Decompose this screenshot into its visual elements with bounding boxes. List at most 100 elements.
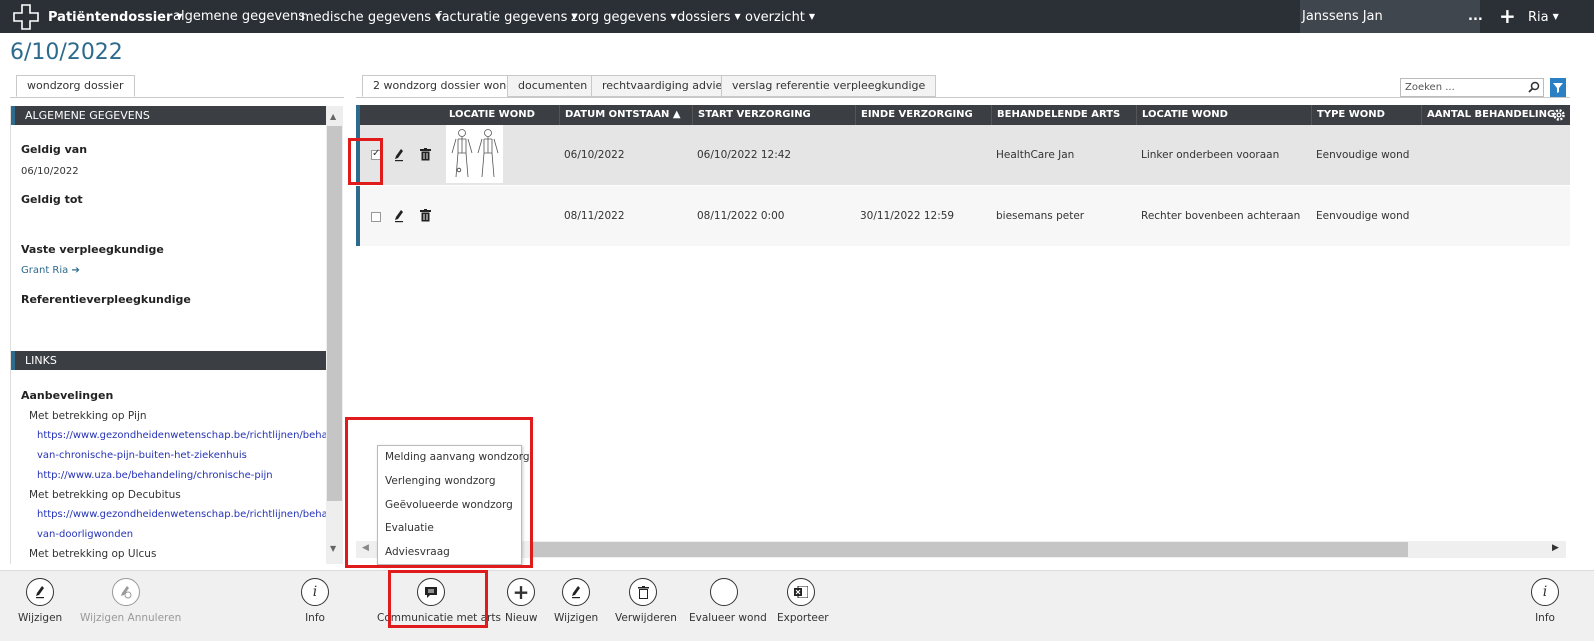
referentie-label: Referentieverpleegkundige <box>21 293 191 306</box>
app-title-menu[interactable]: Patiëntendossier ▼ <box>48 0 183 33</box>
aanbevelingen-label: Aanbevelingen <box>21 389 114 402</box>
menu-facturatie-gegevens[interactable]: facturatie gegevens ▼ <box>437 0 578 33</box>
gear-icon[interactable] <box>1552 108 1566 122</box>
evalueer-wond-button[interactable]: Evalueer wond <box>689 578 767 624</box>
menu-zorg-gegevens[interactable]: zorg gegevens ▼ <box>571 0 677 33</box>
datum-ontstaan-cell: 08/11/2022 <box>564 210 625 222</box>
delete-icon[interactable] <box>420 209 431 222</box>
edit-icon <box>562 578 590 606</box>
trash-icon <box>629 578 657 606</box>
tab-rechtvaardiging-advies[interactable]: rechtvaardiging advies <box>591 75 740 97</box>
wijzigen-wond-button[interactable]: Wijzigen <box>554 578 598 624</box>
verwijderen-button[interactable]: Verwijderen <box>615 578 677 624</box>
patient-name[interactable]: Janssens Jan <box>1300 0 1480 33</box>
tab-wondzorg-dossier-wond[interactable]: 2 wondzorg dossier wond <box>362 75 525 97</box>
url-link[interactable]: http://www.uza.be/behandeling/chronische… <box>37 470 273 481</box>
einde-verzorging-cell: 30/11/2022 12:59 <box>860 210 955 222</box>
app-logo-icon[interactable] <box>12 3 40 31</box>
tab-wondzorg-dossier[interactable]: wondzorg dossier <box>16 75 135 97</box>
column-header[interactable]: LOCATIE WOND <box>1136 105 1311 125</box>
arts-cell: biesemans peter <box>996 210 1085 222</box>
column-header[interactable]: TYPE WOND <box>1311 105 1421 125</box>
type-wond-cell: Eenvoudige wond <box>1316 149 1410 161</box>
list-item: Met betrekking op Pijn <box>29 410 147 422</box>
menu-medische-gegevens[interactable]: medische gegevens ▼ <box>301 0 441 33</box>
column-header[interactable]: LOCATIE WOND <box>444 105 559 125</box>
highlight-communicatie <box>388 570 488 628</box>
info-icon: i <box>1531 578 1559 606</box>
arrow-right-icon: ➔ <box>71 265 80 276</box>
plus-icon: + <box>507 578 535 606</box>
page-title: 6/10/2022 <box>10 40 123 65</box>
row-checkbox[interactable] <box>371 212 381 222</box>
edit-icon <box>26 578 54 606</box>
delete-icon[interactable] <box>420 148 431 161</box>
geldig-van-label: Geldig van <box>21 143 88 156</box>
body-diagram-thumbnail[interactable] <box>446 125 503 183</box>
scroll-right-icon[interactable]: ▶ <box>1552 543 1559 553</box>
info-button-right[interactable]: i Info <box>1530 578 1560 624</box>
info-button[interactable]: i Info <box>300 578 330 624</box>
section-header-algemene: ALGEMENE GEGEVENS <box>11 106 327 125</box>
filter-button[interactable] <box>1550 78 1566 97</box>
locatie-cell: Linker onderbeen vooraan <box>1141 149 1280 161</box>
highlight-checkbox <box>348 138 383 185</box>
arts-cell: HealthCare Jan <box>996 149 1075 161</box>
scrollbar-thumb[interactable] <box>531 542 1408 557</box>
section-header-links: LINKS <box>11 351 327 370</box>
grid-header: LOCATIE WOND DATUM ONTSTAAN ▲ START VERZ… <box>356 105 1570 125</box>
menu-algemene-gegevens[interactable]: algemene gegevens <box>173 0 305 33</box>
chevron-down-icon: ▼ <box>670 12 677 21</box>
scroll-down-icon[interactable]: ▼ <box>330 544 336 553</box>
wijzigen-annuleren-button[interactable]: Wijzigen Annuleren <box>80 578 181 624</box>
url-link[interactable]: van-chronische-pijn-buiten-het-ziekenhui… <box>37 450 247 461</box>
scroll-up-icon[interactable]: ▲ <box>330 112 336 121</box>
column-header[interactable]: AANTAL BEHANDELING P <box>1421 105 1556 125</box>
user-menu[interactable]: Ria ▼ <box>1528 0 1559 33</box>
vaste-verpleegkundige-link[interactable]: Grant Ria ➔ <box>21 265 80 276</box>
highlight-popup <box>345 417 533 568</box>
edit-cancel-icon <box>112 578 140 606</box>
menu-overzicht[interactable]: overzicht ▼ <box>745 0 815 33</box>
geldig-van-value: 06/10/2022 <box>21 166 79 177</box>
start-verzorging-cell: 08/11/2022 0:00 <box>697 210 785 222</box>
filter-icon <box>1553 83 1563 93</box>
column-header[interactable]: START VERZORGING <box>692 105 855 125</box>
more-icon[interactable]: ... <box>1468 0 1483 33</box>
tab-divider <box>10 97 344 98</box>
menu-dossiers[interactable]: dossiers ▼ <box>677 0 741 33</box>
sort-asc-icon: ▲ <box>672 109 681 120</box>
table-row[interactable]: ✓ 06/10/2022 06/10/2022 12:42 HealthCare… <box>356 125 1570 185</box>
chevron-down-icon: ▼ <box>808 12 816 21</box>
nieuw-button[interactable]: + Nieuw <box>505 578 537 624</box>
left-panel-scrollbar[interactable]: ▲ ▼ <box>326 106 343 564</box>
grid-horizontal-scrollbar[interactable]: ◀ ▶ <box>356 541 1566 558</box>
wijzigen-button[interactable]: Wijzigen <box>18 578 62 624</box>
add-icon[interactable]: + <box>1499 0 1516 33</box>
edit-icon[interactable] <box>394 148 404 162</box>
url-link[interactable]: https://www.gezondheidenwetenschap.be/ri… <box>37 509 340 520</box>
search-input[interactable]: Zoeken ... <box>1400 78 1544 97</box>
excel-icon <box>787 578 815 606</box>
tab-divider <box>356 97 1570 98</box>
table-row[interactable]: 08/11/2022 08/11/2022 0:00 30/11/2022 12… <box>356 186 1570 246</box>
start-verzorging-cell: 06/10/2022 12:42 <box>697 149 792 161</box>
column-header[interactable]: BEHANDELENDE ARTS <box>991 105 1136 125</box>
geldig-tot-label: Geldig tot <box>21 193 83 206</box>
chevron-down-icon: ▼ <box>1552 12 1559 21</box>
column-header[interactable]: EINDE VERZORGING <box>855 105 991 125</box>
tab-verslag-referentie[interactable]: verslag referentie verpleegkundige <box>721 75 937 97</box>
tab-documenten[interactable]: documenten <box>507 75 599 97</box>
url-link[interactable]: https://www.gezondheidenwetenschap.be/ri… <box>37 430 340 441</box>
list-item: Met betrekking op Decubitus <box>29 489 181 501</box>
chevron-down-icon: ▼ <box>734 12 741 21</box>
edit-icon[interactable] <box>394 209 404 223</box>
exporteer-button[interactable]: Exporteer <box>777 578 829 624</box>
info-icon: i <box>301 578 329 606</box>
top-navigation-bar: Patiëntendossier ▼ algemene gegevens medi… <box>0 0 1594 33</box>
column-header[interactable]: DATUM ONTSTAAN ▲ <box>559 105 692 125</box>
vaste-verpleegkundige-label: Vaste verpleegkundige <box>21 243 164 256</box>
url-link[interactable]: van-doorligwonden <box>37 529 133 540</box>
search-icon[interactable] <box>1528 81 1540 93</box>
scrollbar-thumb[interactable] <box>327 126 342 501</box>
